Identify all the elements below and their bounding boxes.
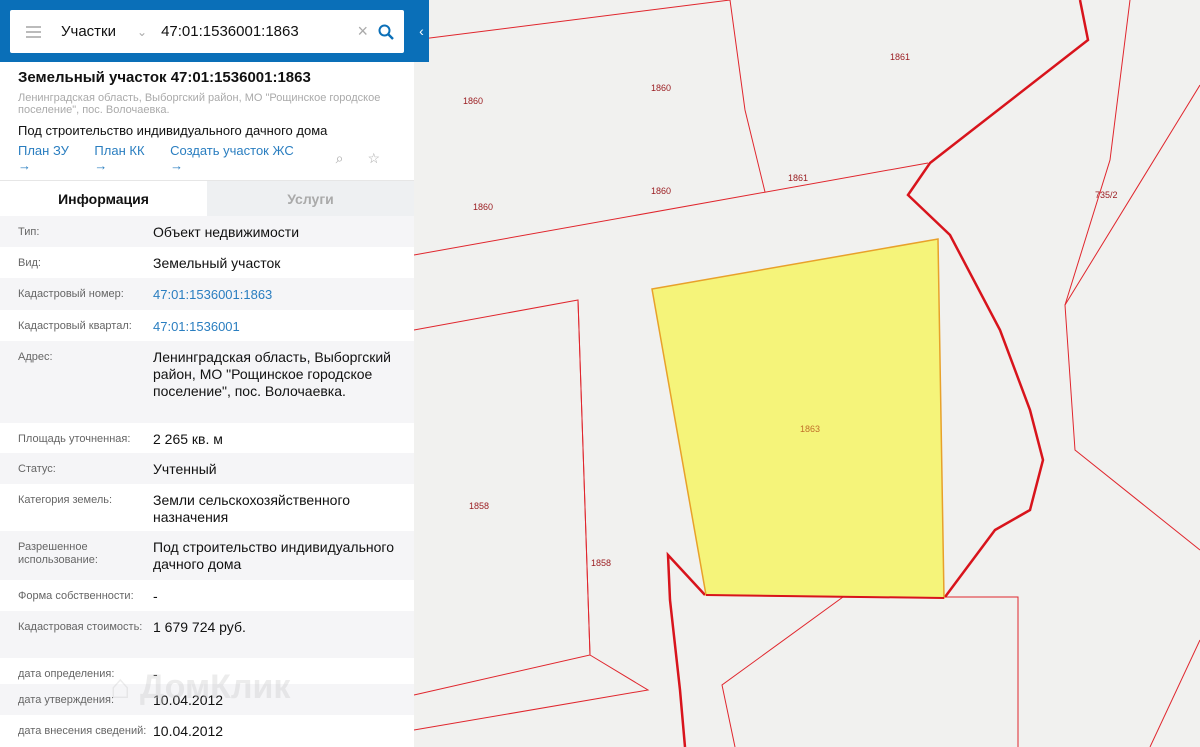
search-icon[interactable]	[378, 24, 394, 40]
info-row: Площадь уточненная: 2 265 кв. м	[0, 423, 414, 453]
info-row: Форма собственности: -	[0, 580, 414, 611]
info-value: -	[153, 588, 158, 604]
parcel-label: 1860	[651, 186, 671, 196]
info-label: Категория земель:	[18, 494, 113, 506]
info-label: Тип:	[18, 226, 40, 238]
document-search-icon[interactable]: ⌕	[336, 150, 344, 167]
info-label: Форма собственности:	[18, 590, 134, 602]
plan-kk-link[interactable]: План КК →	[94, 143, 154, 173]
parcel-label: 1860	[651, 83, 671, 93]
collapse-panel-button[interactable]: ‹	[414, 0, 429, 62]
watermark-logo: ⌂ ДомКлик	[110, 668, 291, 706]
info-value-link[interactable]: 47:01:1536001:1863	[153, 287, 272, 302]
layer-select[interactable]: Участки	[61, 23, 119, 40]
info-value: 2 265 кв. м	[153, 431, 223, 447]
info-value: Земли сельскохозяйственного назначения	[153, 492, 351, 525]
info-row: Тип: Объект недвижимости	[0, 216, 414, 247]
info-label: дата внесения сведений:	[18, 725, 147, 737]
info-row: Вид: Земельный участок	[0, 247, 414, 278]
info-panel: Участки ⌄ 47:01:1536001:1863 × Земельный…	[0, 0, 414, 747]
info-label: Кадастровый квартал:	[18, 320, 132, 332]
parcel-label: 1863	[800, 424, 820, 434]
purpose-text: Под строительство индивидуального дачног…	[18, 123, 328, 138]
info-row: Кадастровый номер: 47:01:1536001:1863	[0, 278, 414, 310]
info-label: Кадастровая стоимость:	[18, 621, 143, 633]
top-bar: Участки ⌄ 47:01:1536001:1863 ×	[0, 0, 414, 62]
address-subtitle: Ленинградская область, Выборгский район,…	[18, 92, 381, 116]
info-label: Статус:	[18, 463, 56, 475]
star-icon[interactable]: ☆	[367, 150, 380, 167]
tab-information[interactable]: Информация	[0, 181, 207, 216]
parcel-label: 735/2	[1095, 190, 1118, 200]
info-label: Кадастровый номер:	[18, 288, 124, 300]
info-value: Под строительство индивидуального дачног…	[153, 539, 394, 572]
parcel-label: 1861	[890, 52, 910, 62]
info-label: Площадь уточненная:	[18, 433, 131, 445]
info-value: Учтенный	[153, 461, 217, 477]
info-value-link[interactable]: 47:01:1536001	[153, 319, 240, 334]
info-value: Земельный участок	[153, 255, 281, 271]
parcel-label: 1860	[463, 96, 483, 106]
tab-services[interactable]: Услуги	[207, 181, 414, 216]
parcel-label: 1860	[473, 202, 493, 212]
info-value: Объект недвижимости	[153, 224, 300, 240]
info-row: Кадастровая стоимость: 1 679 724 руб.	[0, 611, 414, 658]
info-label: Адрес:	[18, 351, 53, 363]
info-row: дата внесения сведений: 10.04.2012	[0, 715, 414, 747]
clear-icon[interactable]: ×	[357, 21, 368, 42]
info-row: Статус: Учтенный	[0, 453, 414, 484]
info-value: 1 679 724 руб.	[153, 619, 246, 635]
search-bar: Участки ⌄ 47:01:1536001:1863 ×	[10, 10, 404, 53]
info-value: 47:01:1536001:1863	[153, 286, 414, 310]
menu-icon[interactable]	[26, 25, 41, 38]
create-plot-link[interactable]: Создать участок ЖС →	[170, 143, 295, 173]
info-value: 10.04.2012	[153, 723, 224, 739]
info-row: Кадастровый квартал: 47:01:1536001	[0, 310, 414, 341]
plan-zu-link[interactable]: План ЗУ →	[18, 143, 78, 173]
info-label: Разрешенное использование:	[18, 541, 98, 566]
chevron-down-icon[interactable]: ⌄	[137, 25, 147, 39]
page-title: Земельный участок 47:01:1536001:1863	[18, 69, 311, 86]
info-row: Разрешенное использование: Под строительс…	[0, 531, 414, 580]
parcel-label: 1858	[591, 558, 611, 568]
info-label: Вид:	[18, 257, 41, 269]
search-input[interactable]: 47:01:1536001:1863	[161, 23, 357, 40]
info-row: Адрес: Ленинградская область, Выборгский …	[0, 341, 414, 423]
info-value: 47:01:1536001	[153, 318, 414, 341]
info-row: Категория земель: Земли сельскохозяйствен…	[0, 484, 414, 531]
info-value: Ленинградская область, Выборгский район,…	[153, 349, 391, 399]
parcel-label: 1861	[788, 173, 808, 183]
parcel-label: 1858	[469, 501, 489, 511]
